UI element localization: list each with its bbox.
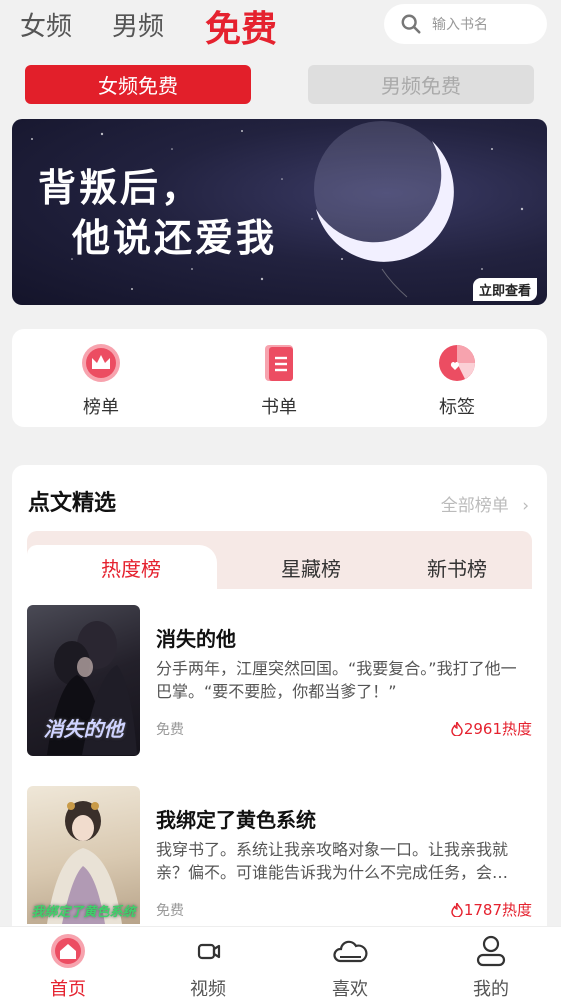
video-icon xyxy=(197,943,221,960)
sub-tab-male-free[interactable]: 男频免费 xyxy=(308,65,534,104)
quick-entry-rankings[interactable]: 榜单 xyxy=(61,343,141,419)
all-rankings-label: 全部榜单 xyxy=(440,496,509,516)
rank-tab-new[interactable]: 新书榜 xyxy=(427,553,487,582)
book-cover[interactable]: 我绑定了黄色系统 xyxy=(27,786,140,924)
tab-female[interactable]: 女频 xyxy=(20,6,72,43)
top-nav: 女频 男频 免费 输入书名 xyxy=(0,0,561,56)
quick-entry-booklists[interactable]: 书单 xyxy=(239,343,319,419)
tab-male[interactable]: 男频 xyxy=(112,6,164,43)
search-placeholder: 输入书名 xyxy=(432,17,488,33)
book-list-icon xyxy=(265,345,293,381)
bottom-tab-label: 我的 xyxy=(473,979,509,999)
book-heat: 2961热度 xyxy=(451,718,532,739)
bottom-tab-profile[interactable]: 我的 xyxy=(451,933,531,999)
flame-icon xyxy=(451,721,463,736)
quick-entries: 榜单 书单 标签 xyxy=(12,329,547,427)
book-free-tag: 免费 xyxy=(156,903,184,919)
book-title[interactable]: 消失的他 xyxy=(156,623,236,652)
flame-icon xyxy=(451,902,463,917)
sub-tab-female-free[interactable]: 女频免费 xyxy=(25,65,251,104)
all-rankings-link[interactable]: 全部榜单 › xyxy=(441,491,529,516)
bottom-nav: 首页 视频 喜欢 我的 xyxy=(0,926,561,999)
rank-tab-hot[interactable]: 热度榜 xyxy=(101,553,161,582)
book-item[interactable]: 我绑定了黄色系统 我绑定了黄色系统 我穿书了。系统让我亲攻略对象一口。让我亲我就… xyxy=(27,786,532,938)
bottom-tab-home[interactable]: 首页 xyxy=(28,933,108,999)
book-heat-value: 2961热度 xyxy=(463,720,532,738)
search-input[interactable]: 输入书名 xyxy=(384,4,547,44)
chevron-right-icon: › xyxy=(522,496,529,516)
banner-view-button[interactable]: 立即查看 xyxy=(472,278,537,301)
bottom-tab-label: 首页 xyxy=(50,979,86,999)
profile-icon xyxy=(476,935,506,967)
cloud-heart-icon xyxy=(333,940,368,963)
bottom-tab-label: 视频 xyxy=(190,979,226,999)
book-title[interactable]: 我绑定了黄色系统 xyxy=(156,804,316,833)
section-title: 点文精选 xyxy=(28,491,117,516)
featured-section: 点文精选 全部榜单 › 热度榜 星藏榜 新书榜 消失的他 消失的他 分手两年，江… xyxy=(12,465,547,945)
quick-entry-label: 榜单 xyxy=(83,397,119,418)
bottom-tab-label: 喜欢 xyxy=(332,979,368,999)
tag-pie-icon xyxy=(439,345,475,381)
book-heat-value: 1787热度 xyxy=(463,901,532,919)
search-icon xyxy=(401,14,421,34)
tab-free[interactable]: 免费 xyxy=(205,0,277,52)
rank-tabs: 热度榜 星藏榜 新书榜 xyxy=(27,531,532,589)
crown-icon xyxy=(82,344,120,382)
home-icon xyxy=(51,934,85,968)
quick-entry-label: 标签 xyxy=(439,397,475,418)
rank-tab-star[interactable]: 星藏榜 xyxy=(281,553,341,582)
bottom-tab-favorites[interactable]: 喜欢 xyxy=(310,933,390,999)
book-cover-title: 我绑定了黄色系统 xyxy=(31,905,136,920)
banner-title-line2: 他说还爱我 xyxy=(72,215,278,260)
book-cover-title: 消失的他 xyxy=(43,717,124,741)
bottom-tab-video[interactable]: 视频 xyxy=(168,933,248,999)
banner-title-line1: 背叛后， xyxy=(38,165,203,210)
book-description: 分手两年，江厘突然回国。“我要复合。”我打了他一巴掌。“要不要脸，你都当爹了！” xyxy=(156,659,517,701)
quick-entry-label: 书单 xyxy=(261,397,297,418)
promo-banner[interactable]: 背叛后， 他说还爱我 立即查看 xyxy=(12,119,547,305)
book-item[interactable]: 消失的他 消失的他 分手两年，江厘突然回国。“我要复合。”我打了他一巴掌。“要不… xyxy=(27,605,532,757)
book-free-tag: 免费 xyxy=(156,722,184,738)
book-description: 我穿书了。系统让我亲攻略对象一口。让我亲我就亲？偏不。可谁能告诉我为什么不完成任… xyxy=(156,840,509,882)
book-heat: 1787热度 xyxy=(451,899,532,920)
quick-entry-tags[interactable]: 标签 xyxy=(417,343,497,419)
book-cover[interactable]: 消失的他 xyxy=(27,605,140,756)
